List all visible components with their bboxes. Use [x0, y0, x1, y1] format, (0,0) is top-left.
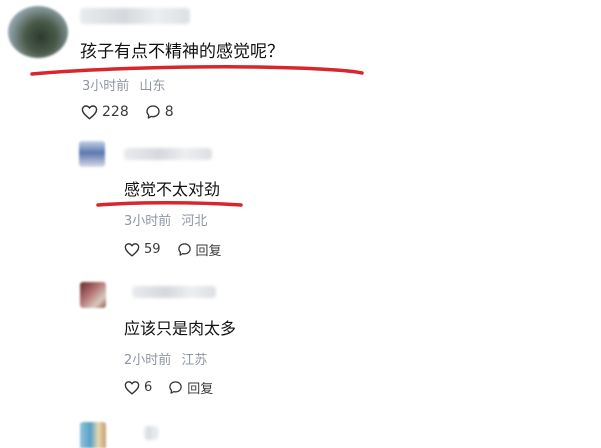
replies-button[interactable]: 8 [145, 104, 174, 120]
reply-icon [177, 242, 192, 257]
avatar[interactable] [8, 6, 68, 58]
reply-label: 回复 [195, 244, 222, 259]
reply-button[interactable]: 回复 [177, 240, 222, 259]
comment-location: 河北 [181, 214, 208, 229]
comment-actions: 228 8 [81, 104, 190, 120]
avatar[interactable] [80, 282, 106, 308]
avatar[interactable] [79, 141, 105, 167]
comment-actions: 59 回复 [124, 240, 238, 259]
heart-icon [81, 104, 98, 120]
avatar[interactable] [80, 422, 106, 448]
comment-location: 江苏 [181, 353, 208, 368]
reply-count: 8 [164, 104, 174, 120]
comment-time: 2小时前 [124, 353, 172, 368]
comment-time: 3小时前 [124, 214, 172, 229]
comment-bubble-icon [145, 104, 161, 120]
comment-meta: 3小时前 河北 [124, 210, 207, 229]
red-underline-annotation [30, 65, 364, 76]
heart-icon [124, 242, 140, 257]
like-count: 228 [102, 104, 129, 120]
comment-text: 孩子有点不精神的感觉呢？ [80, 42, 284, 62]
reply-button[interactable]: 回复 [168, 378, 213, 397]
like-button[interactable]: 228 [81, 104, 129, 120]
comment-text: 应该只是肉太多 [124, 319, 237, 338]
heart-icon [124, 380, 140, 395]
comment-meta: 2小时前 江苏 [124, 349, 207, 368]
reply-label: 回复 [187, 382, 214, 397]
comment-time: 3小时前 [82, 79, 130, 94]
username-blurred[interactable] [80, 8, 190, 24]
username-blurred[interactable] [132, 286, 216, 298]
comment-actions: 6 回复 [124, 378, 229, 397]
username-blurred[interactable] [124, 148, 212, 160]
username-blurred[interactable] [144, 426, 158, 440]
comment-text: 感觉不太对劲 [124, 180, 221, 199]
comment-location: 山东 [139, 79, 166, 94]
like-button[interactable]: 6 [124, 380, 152, 395]
reply-icon [168, 380, 183, 395]
like-button[interactable]: 59 [124, 242, 161, 257]
like-count: 59 [144, 242, 161, 257]
comment-meta: 3小时前 山东 [82, 75, 165, 94]
like-count: 6 [144, 380, 153, 395]
